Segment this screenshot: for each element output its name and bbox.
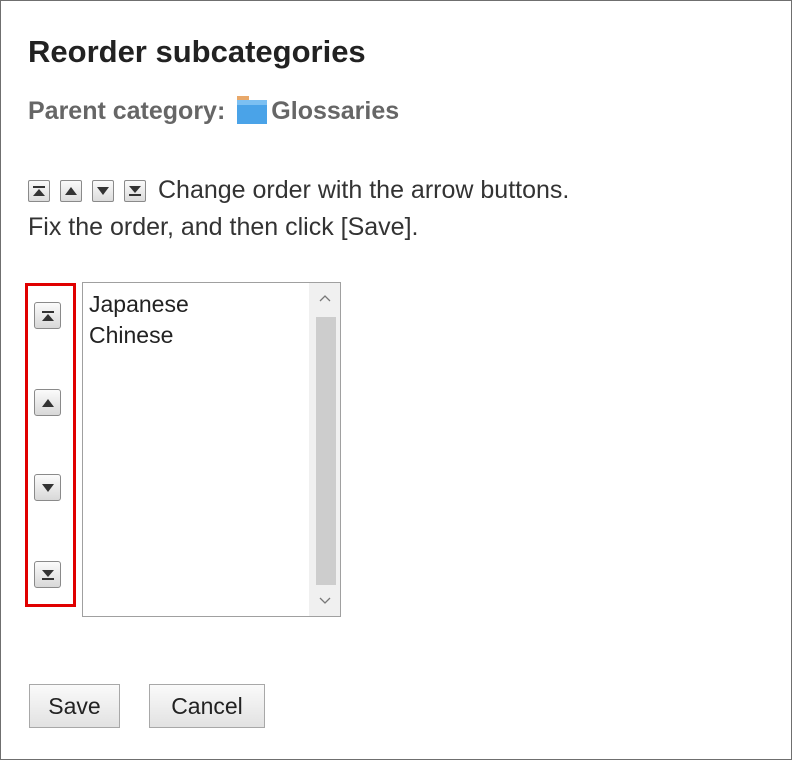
scroll-up-arrow-icon[interactable] xyxy=(309,283,340,313)
move-to-bottom-icon xyxy=(41,569,54,580)
instructions: Change order with the arrow buttons. Fix… xyxy=(28,172,569,246)
move-down-icon xyxy=(92,179,114,202)
move-up-icon xyxy=(60,179,82,202)
page-title: Reorder subcategories xyxy=(28,34,366,69)
scrollbar-thumb[interactable] xyxy=(316,317,336,585)
subcategory-listbox[interactable]: Japanese Chinese xyxy=(82,282,341,617)
move-to-top-icon xyxy=(41,310,54,321)
cancel-button[interactable]: Cancel xyxy=(149,684,265,728)
instruction-line-2: Fix the order, and then click [Save]. xyxy=(28,213,419,241)
list-item[interactable]: Japanese xyxy=(89,289,189,320)
folder-icon xyxy=(233,96,269,126)
save-button[interactable]: Save xyxy=(29,684,120,728)
scroll-down-arrow-icon[interactable] xyxy=(309,586,340,616)
subcategory-list: Japanese Chinese xyxy=(89,289,189,351)
parent-category: Parent category: Glossaries xyxy=(28,96,399,126)
move-up-icon xyxy=(41,398,54,407)
move-to-top-icon xyxy=(28,179,50,202)
move-down-icon xyxy=(41,483,54,492)
parent-category-label: Parent category: xyxy=(28,96,226,125)
parent-category-name: Glossaries xyxy=(271,96,400,125)
move-to-bottom-icon xyxy=(124,179,146,202)
move-down-button[interactable] xyxy=(34,474,61,501)
highlight-box xyxy=(25,283,76,607)
list-item[interactable]: Chinese xyxy=(89,320,189,351)
move-to-top-button[interactable] xyxy=(34,302,61,329)
move-up-button[interactable] xyxy=(34,389,61,416)
instruction-line-1: Change order with the arrow buttons. xyxy=(158,176,570,204)
scrollbar[interactable] xyxy=(309,283,340,616)
move-to-bottom-button[interactable] xyxy=(34,561,61,588)
